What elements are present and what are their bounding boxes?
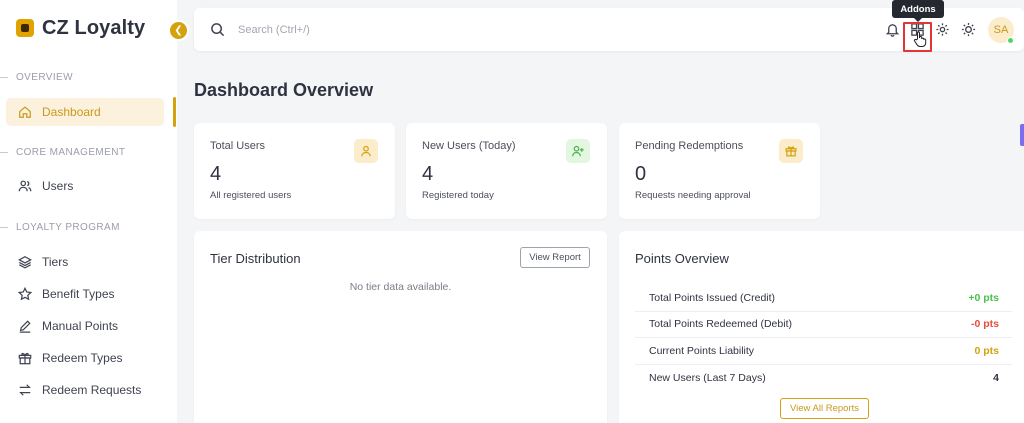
sidebar-item-label: Redeem Requests (42, 383, 142, 397)
gift-icon (18, 352, 32, 365)
stat-subtext: Registered today (422, 190, 494, 201)
stat-value: 4 (210, 163, 222, 185)
row-value: 0 pts (974, 344, 999, 357)
sidebar-section-core: CORE MANAGEMENT (0, 145, 177, 159)
user-icon (354, 139, 378, 163)
active-indicator (173, 97, 176, 127)
sidebar-item-label: Users (42, 179, 74, 193)
empty-state-text: No tier data available. (349, 281, 452, 293)
stat-subtext: Requests needing approval (635, 190, 751, 201)
stat-label: Total Users (210, 140, 266, 152)
row-label: Total Points Issued (Credit) (649, 291, 776, 304)
table-row: New Users (Last 7 Days) 4 (635, 365, 1012, 392)
stat-card-pending-redemptions: Pending Redemptions 0 Requests needing a… (619, 123, 820, 219)
points-table: Total Points Issued (Credit) +0 pts Tota… (635, 285, 1012, 391)
sidebar-item-label: Manual Points (42, 319, 119, 333)
table-row: Current Points Liability 0 pts (635, 338, 1012, 365)
brand[interactable]: CZ Loyalty (16, 16, 145, 40)
row-label: Total Points Redeemed (Debit) (649, 318, 792, 331)
card-title: Tier Distribution (210, 251, 301, 266)
row-value: 4 (993, 371, 999, 384)
online-status-dot (1007, 37, 1014, 44)
view-report-button[interactable]: View Report (520, 247, 590, 268)
sidebar-item-users[interactable]: Users (6, 172, 164, 200)
sidebar: CZ Loyalty OVERVIEW Dashboard CORE MANAG… (0, 0, 177, 423)
row-label: New Users (Last 7 Days) (649, 371, 766, 384)
card-title: Points Overview (635, 251, 729, 266)
stat-card-total-users: Total Users 4 All registered users (194, 123, 395, 219)
search-icon (211, 23, 225, 37)
section-title: OVERVIEW (16, 71, 73, 83)
collapse-sidebar-button[interactable]: ❮ (168, 20, 189, 41)
user-plus-icon (566, 139, 590, 163)
view-all-reports-button[interactable]: View All Reports (780, 398, 869, 419)
sidebar-item-benefit-types[interactable]: Benefit Types (6, 280, 164, 308)
customizer-tab[interactable] (1020, 124, 1024, 146)
swap-icon (19, 384, 31, 396)
sidebar-section-overview: OVERVIEW (0, 70, 177, 84)
stat-label: New Users (Today) (422, 140, 516, 152)
search-input[interactable] (238, 19, 638, 41)
section-title: CORE MANAGEMENT (16, 146, 126, 158)
row-label: Current Points Liability (649, 344, 755, 357)
sidebar-item-redeem-requests[interactable]: Redeem Requests (6, 376, 164, 404)
gift-icon (779, 139, 803, 163)
sun-icon[interactable] (961, 22, 976, 37)
users-icon (18, 180, 32, 192)
hand-cursor-icon (913, 31, 927, 47)
sidebar-item-label: Tiers (42, 255, 69, 269)
stat-value: 0 (635, 163, 647, 185)
layers-icon (18, 256, 32, 269)
row-value: -0 pts (970, 318, 999, 331)
stat-subtext: All registered users (210, 190, 292, 201)
pencil-icon (19, 320, 31, 333)
sidebar-item-redeem-types[interactable]: Redeem Types (6, 344, 164, 372)
sidebar-item-tiers[interactable]: Tiers (6, 248, 164, 276)
table-row: Total Points Redeemed (Debit) -0 pts (635, 312, 1012, 338)
page-title: Dashboard Overview (194, 80, 374, 100)
sidebar-item-label: Dashboard (42, 105, 101, 119)
table-row: Total Points Issued (Credit) +0 pts (635, 285, 1012, 312)
brand-logo-icon (16, 19, 34, 37)
row-value: +0 pts (968, 291, 999, 304)
bell-icon[interactable] (885, 22, 900, 37)
tier-distribution-card: Tier Distribution View Report No tier da… (194, 231, 607, 423)
stat-label: Pending Redemptions (635, 140, 744, 152)
sidebar-item-manual-points[interactable]: Manual Points (6, 312, 164, 340)
stat-card-new-users: New Users (Today) 4 Registered today (406, 123, 607, 219)
home-icon (19, 106, 31, 118)
avatar-initials: SA (993, 24, 1009, 36)
star-icon (18, 287, 32, 301)
gear-icon[interactable] (935, 22, 950, 37)
section-title: LOYALTY PROGRAM (16, 221, 120, 233)
sidebar-item-label: Redeem Types (42, 351, 123, 365)
brand-name: CZ Loyalty (42, 16, 146, 39)
sidebar-item-label: Benefit Types (42, 287, 115, 301)
addons-tooltip: Addons (892, 0, 944, 22)
chevron-left-icon: ❮ (174, 25, 183, 36)
sidebar-section-loyalty: LOYALTY PROGRAM (0, 220, 177, 234)
stat-value: 4 (422, 163, 434, 185)
points-overview-card: Points Overview Total Points Issued (Cre… (619, 231, 1024, 423)
sidebar-item-dashboard[interactable]: Dashboard (6, 98, 164, 126)
